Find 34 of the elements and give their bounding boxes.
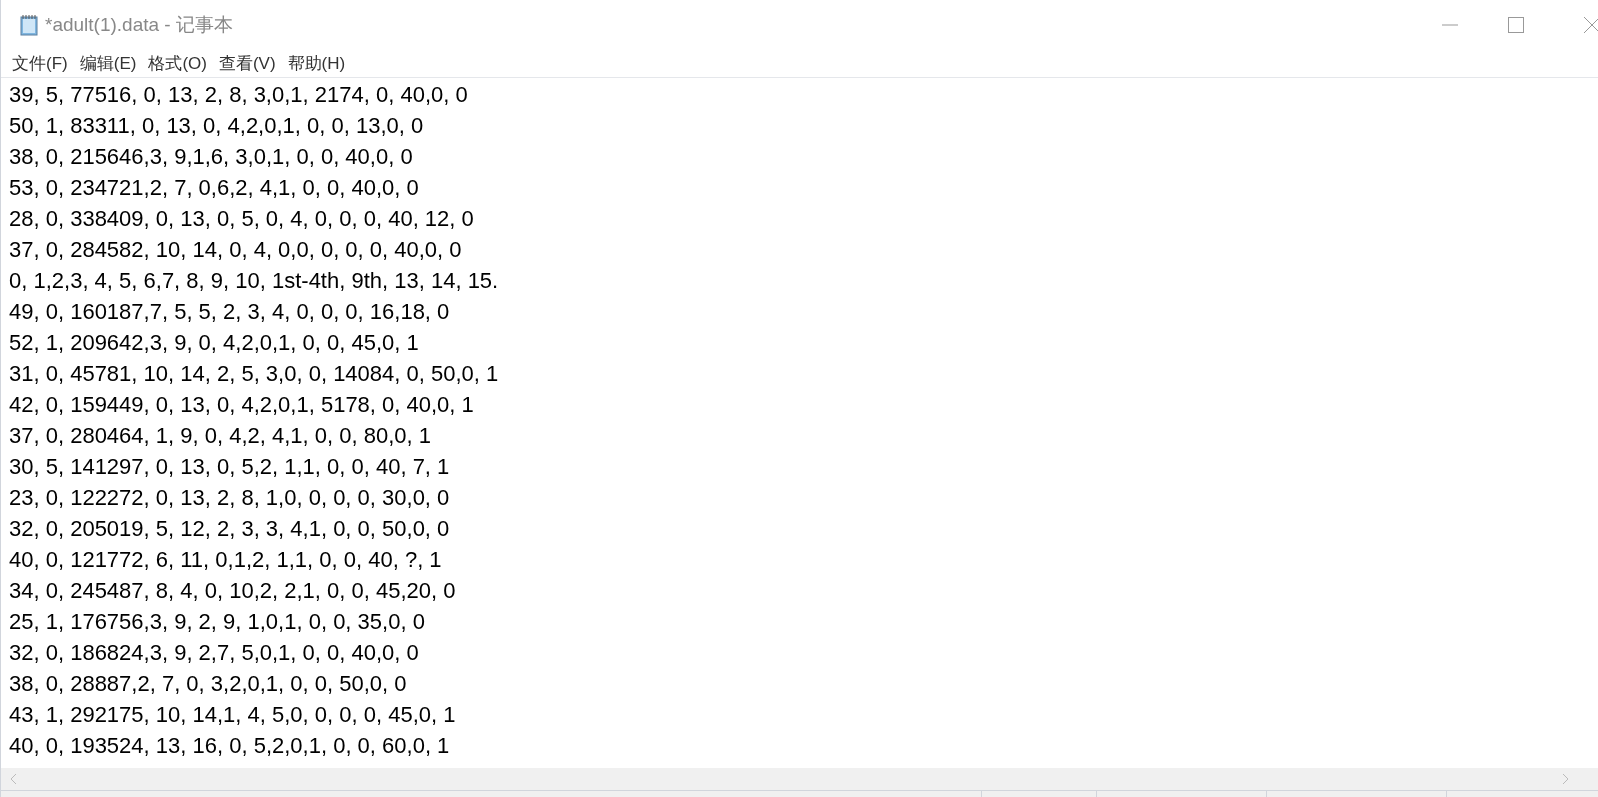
text-line: 39, 5, 77516, 0, 13, 2, 8, 3,0,1, 2174, 0, 40,0, 0	[9, 81, 468, 109]
text-line: 42, 0, 159449, 0, 13, 0, 4,2,0,1, 5178, 0, 40,0, 1	[9, 391, 474, 419]
text-line: 23, 0, 122272, 0, 13, 2, 8, 1,0, 0, 0, 0, 30,0, 0	[9, 484, 450, 512]
text-line: 50, 1, 83311, 0, 13, 0, 4,2,0,1, 0, 0, 13,0, 0	[9, 112, 424, 140]
text-line: 37, 0, 280464, 1, 9, 0, 4,2, 4,1, 0, 0, 80,0, 1	[9, 422, 431, 450]
text-line: 38, 0, 215646,3, 9,1,6, 3,0,1, 0, 0, 40,0, 0	[9, 143, 413, 171]
text-line: 32, 0, 186824,3, 9, 2,7, 5,0,1, 0, 0, 40,0, 0	[9, 639, 419, 667]
text-line: 49, 0, 160187,7, 5, 5, 2, 3, 4, 0, 0, 0, 16,18, 0	[9, 298, 450, 326]
window-title: *adult(1).data - 记事本	[45, 12, 233, 37]
close-icon[interactable]	[1584, 17, 1598, 33]
text-line: 32, 0, 205019, 5, 12, 2, 3, 3, 4,1, 0, 0, 50,0, 0	[9, 515, 450, 543]
menu-item[interactable]: 帮助(H)	[286, 50, 347, 77]
text-line: 25, 1, 176756,3, 9, 2, 9, 1,0,1, 0, 0, 35,0, 0	[9, 608, 425, 636]
text-line: 37, 0, 284582, 10, 14, 0, 4, 0,0, 0, 0, 0, 40,0, 0	[9, 236, 462, 264]
text-line: 34, 0, 245487, 8, 4, 0, 10,2, 2,1, 0, 0, 45,20, 0	[9, 577, 456, 605]
text-line: 40, 0, 121772, 6, 11, 0,1,2, 1,1, 0, 0, 40, ?, 1	[9, 546, 442, 574]
text-line: 38, 0, 28887,2, 7, 0, 3,2,0,1, 0, 0, 50,0, 0	[9, 670, 407, 698]
scroll-left-icon[interactable]	[9, 773, 17, 785]
minimize-icon[interactable]	[1442, 24, 1458, 26]
text-line: 43, 1, 292175, 10, 14,1, 4, 5,0, 0, 0, 0, 45,0, 1	[9, 701, 456, 729]
text-line: 28, 0, 338409, 0, 13, 0, 5, 0, 4, 0, 0, 0, 40, 12, 0	[9, 205, 474, 233]
notepad-icon	[19, 14, 39, 36]
text-line: 30, 5, 141297, 0, 13, 0, 5,2, 1,1, 0, 0, 40, 7, 1	[9, 453, 450, 481]
menu-item[interactable]: 查看(V)	[217, 50, 277, 77]
text-line: 40, 0, 193524, 13, 16, 0, 5,2,0,1, 0, 0, 60,0, 1	[9, 732, 450, 760]
menu-item[interactable]: 格式(O)	[147, 50, 208, 77]
maximize-icon[interactable]	[1508, 17, 1524, 33]
menu-item[interactable]: 编辑(E)	[78, 50, 138, 77]
text-line: 31, 0, 45781, 10, 14, 2, 5, 3,0, 0, 14084, 0, 50,0, 1	[9, 360, 499, 388]
menu-item[interactable]: 文件(F)	[11, 50, 69, 77]
text-line: 0, 1,2,3, 4, 5, 6,7, 8, 9, 10, 1st-4th, 9th, 13, 14, 15.	[9, 267, 499, 295]
text-line: 52, 1, 209642,3, 9, 0, 4,2,0,1, 0, 0, 45,0, 1	[9, 329, 419, 357]
scroll-right-icon[interactable]	[1562, 773, 1570, 785]
text-line: 53, 0, 234721,2, 7, 0,6,2, 4,1, 0, 0, 40,0, 0	[9, 174, 419, 202]
